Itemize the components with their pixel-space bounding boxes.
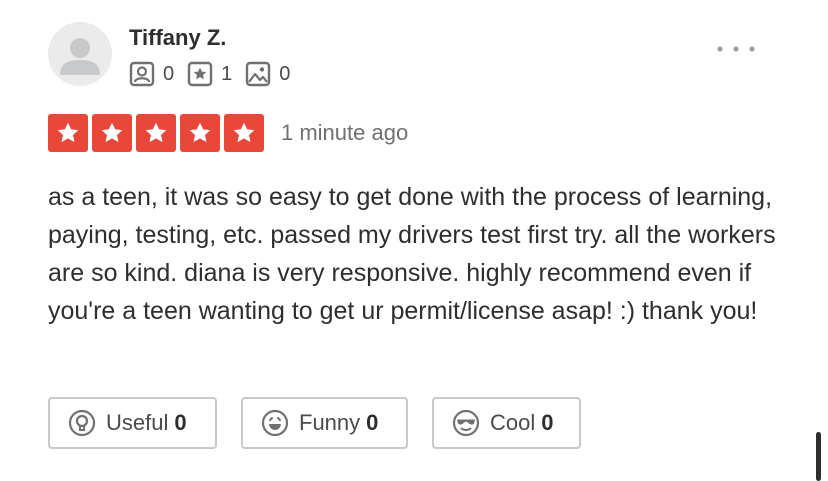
funny-button[interactable]: Funny 0 <box>241 397 408 449</box>
star-3 <box>136 114 176 152</box>
useful-button[interactable]: Useful 0 <box>48 397 217 449</box>
funny-count: 0 <box>366 410 379 435</box>
useful-label: Useful <box>106 410 169 435</box>
useful-count: 0 <box>174 410 187 435</box>
friends-icon <box>129 61 155 87</box>
photo-icon <box>246 61 271 87</box>
reviews-stat: 1 <box>187 61 232 87</box>
photos-stat: 0 <box>245 61 290 87</box>
cool-label: Cool <box>490 410 536 435</box>
friends-count: 0 <box>163 63 175 85</box>
star-icon <box>57 122 79 143</box>
review-star-icon <box>187 61 213 87</box>
star-5 <box>224 114 264 152</box>
default-user-silhouette-icon <box>60 38 100 75</box>
reviews-count: 1 <box>221 63 233 85</box>
useful-lightbulb-icon <box>68 409 96 437</box>
reviewer-name[interactable]: Tiffany Z. <box>129 23 226 53</box>
scrollbar-thumb[interactable] <box>816 432 821 481</box>
cool-button[interactable]: Cool 0 <box>432 397 581 449</box>
funny-label: Funny <box>299 410 361 435</box>
reviewer-stats: 0 1 0 <box>129 60 303 88</box>
review-timestamp: 1 minute ago <box>281 120 409 145</box>
avatar[interactable] <box>48 22 112 86</box>
star-4 <box>180 114 220 152</box>
cool-count: 0 <box>541 410 554 435</box>
friends-stat: 0 <box>129 61 174 87</box>
more-dots-icon <box>717 46 755 52</box>
more-options-button[interactable] <box>712 38 760 60</box>
star-2 <box>92 114 132 152</box>
review-text: as a teen, it was so easy to get done wi… <box>48 183 776 325</box>
star-1 <box>48 114 88 152</box>
star-icon <box>189 122 211 143</box>
star-icon <box>145 122 167 143</box>
star-rating <box>48 114 268 152</box>
star-icon <box>233 122 255 143</box>
funny-laughing-face-icon <box>261 409 289 437</box>
photos-count: 0 <box>279 63 291 85</box>
star-icon <box>101 122 123 143</box>
cool-sunglasses-face-icon <box>452 409 480 437</box>
